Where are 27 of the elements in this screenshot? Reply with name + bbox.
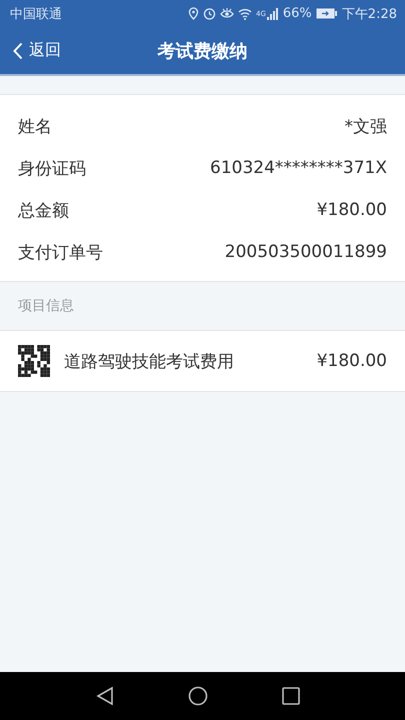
item-amount: ¥180.00 (316, 351, 387, 371)
qr-code-icon (18, 345, 50, 377)
item-name: 道路驾驶技能考试费用 (64, 350, 235, 372)
carrier-name: 中国联通 (10, 6, 62, 22)
field-value: ¥180.00 (316, 200, 387, 220)
triangle-icon (96, 686, 114, 706)
battery-icon (316, 8, 338, 19)
alarm-icon (203, 7, 216, 20)
signal-icon (266, 8, 279, 20)
field-value: 200503500011899 (224, 242, 387, 262)
field-value: *文强 (344, 116, 387, 138)
square-icon (282, 687, 300, 705)
chevron-left-icon (13, 42, 23, 60)
page-title: 考试费缴纳 (156, 40, 248, 62)
field-label: 姓名 (18, 116, 52, 138)
clock: 下午2:28 (342, 6, 397, 22)
field-label: 支付订单号 (18, 242, 103, 264)
section-title: 项目信息 (18, 297, 74, 315)
eye-icon (220, 7, 234, 20)
battery-percent: 66% (282, 6, 312, 21)
back-button[interactable]: 返回 (0, 40, 61, 61)
location-icon (188, 7, 199, 20)
circle-icon (188, 686, 208, 706)
field-label: 身份证码 (18, 158, 86, 180)
field-value: 610324********371X (210, 158, 387, 178)
field-label: 总金额 (18, 200, 69, 222)
wifi-icon (238, 7, 252, 20)
